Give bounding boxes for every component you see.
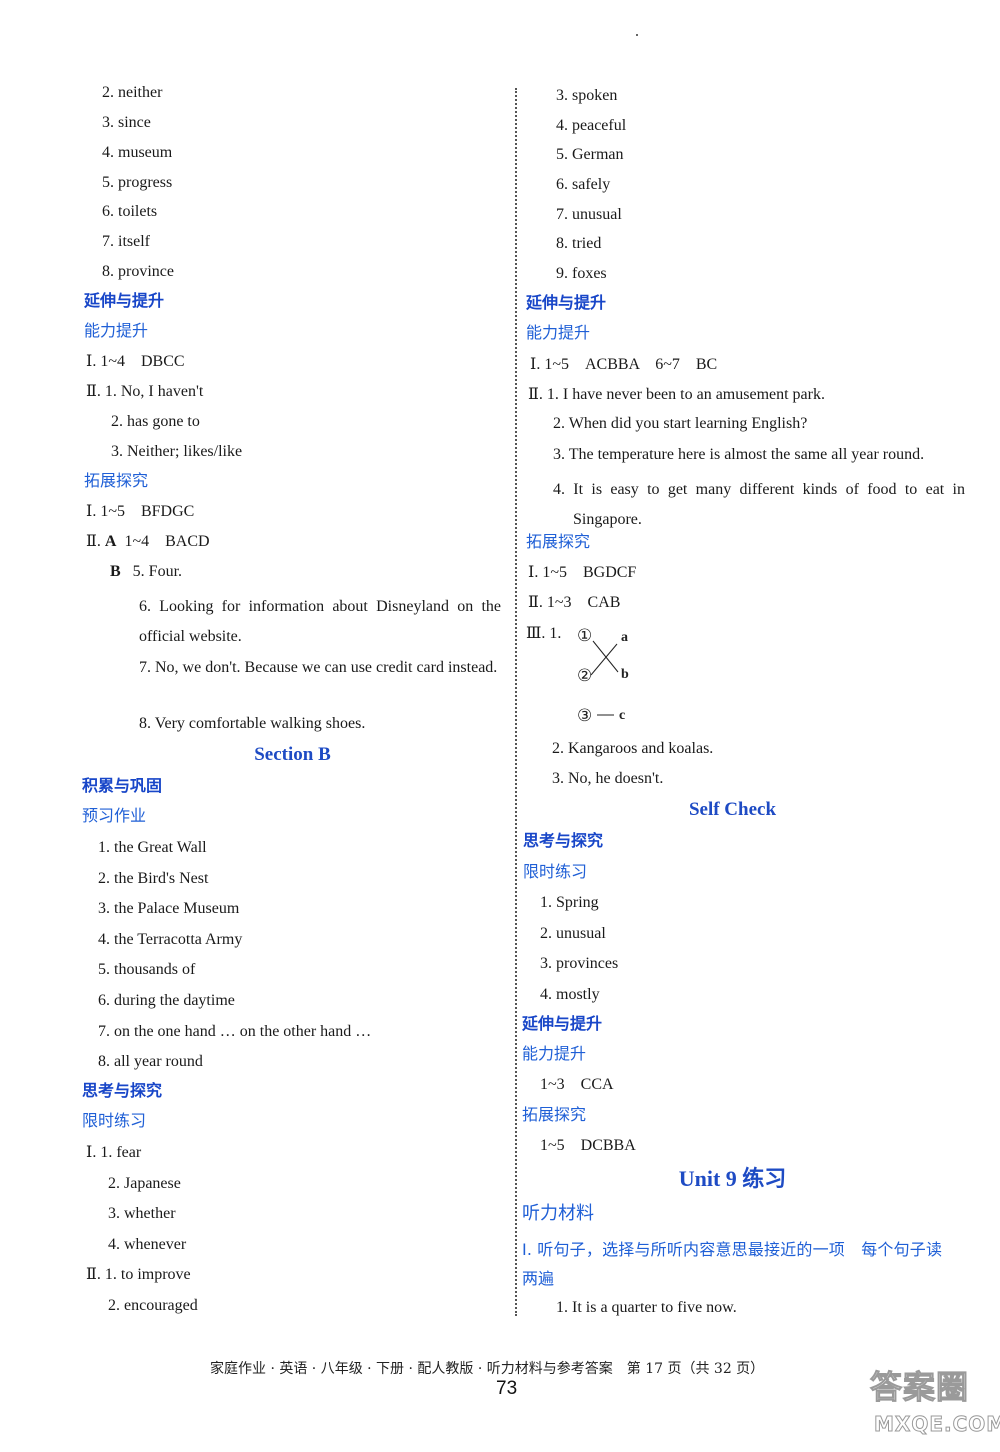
answer-item: Ⅰ. 1~5 BFDGC — [86, 503, 195, 520]
match-line-2-a — [590, 643, 618, 676]
answer-item: 4. museum — [102, 144, 173, 161]
subheading-explore: 拓展探究 — [84, 471, 149, 490]
answer-item: Ⅱ. 1. No, I haven't — [86, 383, 204, 400]
answer-item: 7. itself — [102, 233, 150, 250]
answer-item: 3. provinces — [540, 955, 619, 972]
answer-text: 7. No, we don't. Because we can use cred… — [139, 659, 498, 676]
answer-item: 5. German — [556, 146, 624, 163]
answer-item: Ⅱ. 1. to improve — [86, 1266, 191, 1283]
page-number: 73 — [496, 1378, 518, 1399]
page-footer: 家庭作业 · 英语 · 八年级 · 下册 · 配人教版 · 听力材料与参考答案 … — [210, 1361, 765, 1377]
subheading-ability: 能力提升 — [526, 323, 591, 342]
section-heading-accumulate: 积累与巩固 — [82, 776, 163, 795]
roman-numeral: Ⅱ. — [86, 533, 101, 550]
match-right-a: a — [621, 630, 628, 645]
answer-item: 4. It is easy to get many different kind… — [553, 475, 965, 535]
answer-item: 4. the Terracotta Army — [98, 931, 243, 948]
part-label: A — [104, 533, 117, 550]
answer-item: 1~3 CCA — [540, 1076, 614, 1093]
answer-item: 3. The temperature here is almost the sa… — [553, 446, 925, 463]
match-left-3: ③ — [577, 706, 592, 726]
section-heading-extension: 延伸与提升 — [84, 291, 165, 310]
section-heading-extension: 延伸与提升 — [526, 293, 607, 312]
answer-item: 2. the Bird's Nest — [98, 870, 209, 887]
unit-title: Unit 9 练习 — [678, 1166, 787, 1191]
answer-item: 8. Very comfortable walking shoes. — [139, 715, 366, 732]
listening-question: Ⅰ. 听句子，选择与所听内容意思最接近的一项 每个句子读两遍 — [522, 1240, 942, 1288]
subheading-timed: 限时练习 — [82, 1111, 147, 1130]
answer-item: 2. Japanese — [108, 1175, 181, 1192]
answer-item: 8. all year round — [98, 1053, 203, 1070]
scan-speck — [636, 34, 638, 36]
answer-item: 7. on the one hand … on the other hand … — [98, 1023, 372, 1040]
answer-item: 2. encouraged — [108, 1297, 198, 1314]
answer-item: 7. No, we don't. Because we can use cred… — [139, 653, 501, 683]
section-title-b: Section B — [254, 744, 331, 765]
answer-item: 4. whenever — [108, 1236, 187, 1253]
answer-item: Ⅰ. 1~5 BGDCF — [528, 564, 637, 581]
subheading-preview: 预习作业 — [82, 806, 147, 825]
answer-item: Ⅱ. A 1~4 BACD — [86, 532, 210, 552]
subheading-explore: 拓展探究 — [526, 532, 591, 551]
answer-item: Ⅲ. 1. — [526, 625, 562, 642]
match-line-1-b — [592, 640, 619, 673]
answer-item: 9. foxes — [556, 265, 607, 282]
match-right-c: c — [619, 708, 625, 723]
match-left-1: ① — [577, 626, 592, 646]
answer-item: Ⅱ. 1. I have never been to an amusement … — [528, 386, 825, 403]
subheading-ability: 能力提升 — [522, 1044, 587, 1063]
matching-diagram: ① ② ③ a b c — [577, 626, 629, 726]
answer-item: Ⅱ. 1~3 CAB — [528, 594, 621, 611]
watermark-logo: 答案圈 MXQE.COM — [868, 1362, 1000, 1448]
answer-item: 5. thousands of — [98, 961, 196, 978]
answer-item: 7. unusual — [556, 206, 622, 223]
watermark-cn: 答案圈 — [869, 1368, 970, 1407]
answer-item: Ⅰ. 1. fear — [86, 1144, 142, 1161]
answer-item: Ⅰ. 1~5 ACBBA 6~7 BC — [530, 356, 718, 373]
answer-item: 3. Neither; likes/like — [111, 443, 243, 460]
subheading-ability: 能力提升 — [84, 321, 149, 340]
answer-item: 6. toilets — [102, 203, 158, 220]
section-heading-extension: 延伸与提升 — [522, 1014, 603, 1033]
answer-item: 2. unusual — [540, 925, 606, 942]
section-title-self-check: Self Check — [688, 799, 777, 820]
match-right-b: b — [621, 667, 629, 682]
answer-item: 1. the Great Wall — [98, 839, 207, 856]
answer-item: 3. No, he doesn't. — [552, 770, 664, 787]
column-divider — [515, 88, 517, 1316]
section-heading-think: 思考与探究 — [82, 1081, 163, 1100]
answer-item: 4. mostly — [540, 986, 600, 1003]
watermark-url: MXQE.COM — [873, 1412, 1000, 1437]
answer-item: 3. since — [102, 114, 151, 131]
answer-item: 8. tried — [556, 235, 602, 252]
answer-item: 4. peaceful — [556, 117, 627, 134]
answer-text: 5. Four. — [132, 563, 183, 580]
answer-item: 1. Spring — [540, 894, 599, 911]
answer-item: 2. Kangaroos and koalas. — [552, 740, 714, 757]
answer-item: 6. Looking for information about Disneyl… — [139, 592, 501, 652]
subheading-timed: 限时练习 — [523, 862, 588, 881]
answer-item: 3. the Palace Museum — [98, 900, 240, 917]
answer-item: 1~5 DCBBA — [540, 1137, 636, 1154]
answer-item: Ⅰ. 1~4 DBCC — [86, 353, 185, 370]
answer-item: 6. during the daytime — [98, 992, 235, 1009]
subheading-listening: 听力材料 — [522, 1203, 594, 1224]
answer-text: 6. Looking for information about Disneyl… — [139, 598, 501, 645]
answer-item: 6. safely — [556, 176, 611, 193]
answer-item: 3. whether — [108, 1205, 176, 1222]
answer-item: 8. province — [102, 263, 174, 280]
answer-item: 3. spoken — [556, 87, 618, 104]
answer-item: 2. When did you start learning English? — [553, 415, 808, 432]
answer-item: B 5. Four. — [110, 562, 182, 582]
answer-item: 2. has gone to — [111, 413, 200, 430]
part-label: B — [110, 563, 121, 580]
answer-text: 1~4 BACD — [124, 533, 210, 550]
match-left-2: ② — [577, 666, 592, 686]
answer-item: 2. neither — [102, 84, 163, 101]
answer-item: 1. It is a quarter to five now. — [556, 1299, 737, 1316]
answer-item: 5. progress — [102, 174, 173, 191]
section-heading-think: 思考与探究 — [523, 831, 604, 850]
subheading-explore: 拓展探究 — [522, 1105, 587, 1124]
answer-text: 4. It is easy to get many different kind… — [553, 481, 965, 528]
